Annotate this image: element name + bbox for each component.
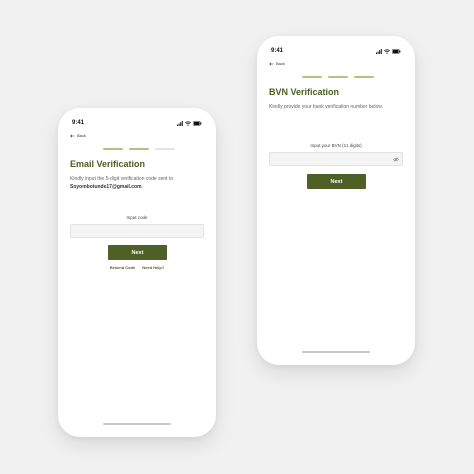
progress-steps (103, 148, 175, 150)
subtitle-text: Kindly input the 5-digit verification co… (70, 176, 174, 182)
page-subtitle: Kindly input the 5-digit verification co… (70, 176, 210, 191)
code-input[interactable] (70, 224, 204, 238)
next-button[interactable]: Next (307, 174, 366, 189)
wifi-icon (185, 121, 191, 126)
bvn-input[interactable] (269, 152, 403, 166)
status-bar: 9:41 (271, 48, 401, 58)
help-links: Resend Code Need Help? (58, 265, 216, 270)
wifi-icon (384, 49, 390, 54)
page-title: BVN Verification (269, 87, 340, 97)
step-indicator-1 (103, 148, 123, 150)
step-indicator-2 (328, 76, 348, 78)
page-title: Email Verification (70, 159, 146, 169)
step-indicator-3 (155, 148, 175, 150)
email-address: Soyombotunde17@gmail.com (70, 183, 142, 190)
page-subtitle: Kindly provide your bank verification nu… (269, 104, 383, 110)
arrow-left-icon (70, 133, 75, 138)
status-icons (177, 121, 202, 126)
arrow-left-icon (269, 61, 274, 66)
phone-bvn-verification: 9:41 Back BVN Verification Kindly provid… (257, 36, 415, 365)
back-label: Back (276, 61, 285, 66)
step-indicator-3 (354, 76, 374, 78)
eye-off-icon[interactable] (393, 157, 399, 162)
progress-steps (302, 76, 374, 78)
status-icons (376, 49, 401, 54)
input-bvn-label: Input your BVN (11 digits) (310, 143, 362, 148)
input-code-label: Input code (126, 215, 148, 220)
resend-code-link[interactable]: Resend Code (110, 265, 136, 270)
battery-icon (193, 121, 202, 126)
step-indicator-2 (129, 148, 149, 150)
status-time: 9:41 (271, 48, 284, 54)
battery-icon (392, 49, 401, 54)
phone-email-verification: 9:41 Back Email Verification Kindly inpu… (58, 108, 216, 437)
back-button[interactable]: Back (269, 61, 285, 66)
step-indicator-1 (302, 76, 322, 78)
signal-icon (177, 121, 183, 126)
status-time: 9:41 (72, 120, 85, 126)
home-indicator (103, 423, 171, 425)
status-bar: 9:41 (72, 120, 202, 130)
home-indicator (302, 351, 370, 353)
back-button[interactable]: Back (70, 133, 86, 138)
next-button[interactable]: Next (108, 245, 167, 260)
signal-icon (376, 49, 382, 54)
back-label: Back (77, 133, 86, 138)
email-suffix: . (141, 183, 143, 190)
need-help-link[interactable]: Need Help? (142, 265, 164, 270)
